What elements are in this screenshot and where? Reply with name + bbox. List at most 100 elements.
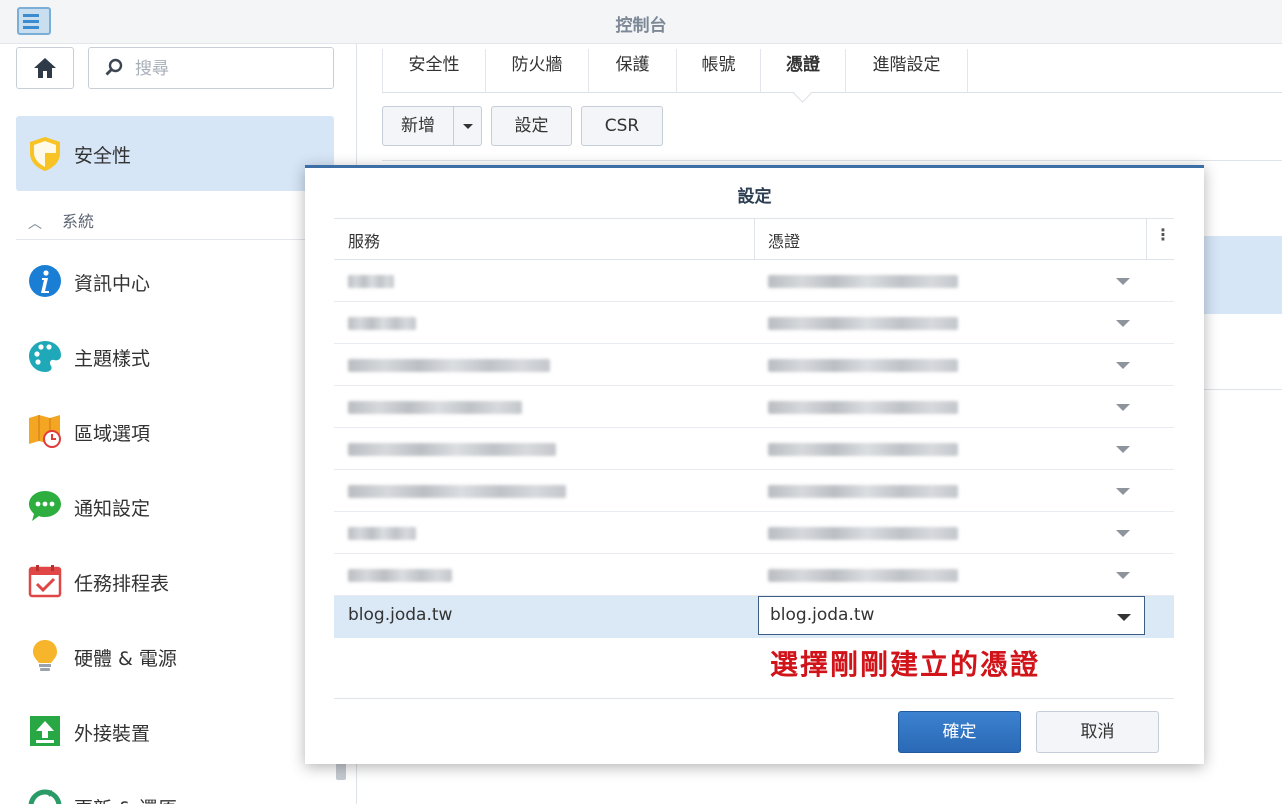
- table-row[interactable]: [334, 470, 1174, 512]
- grid-header: 服務 憑證 ⋮: [334, 218, 1174, 260]
- chevron-down-icon: [1117, 614, 1131, 621]
- chevron-down-icon[interactable]: [1116, 320, 1130, 327]
- sidebar-item-label: 外接裝置: [74, 723, 151, 745]
- table-row[interactable]: [334, 512, 1174, 554]
- settings-button[interactable]: 設定: [491, 106, 572, 146]
- chat-bubble-icon: [29, 491, 61, 521]
- title-bar: 控制台: [0, 0, 1282, 44]
- table-row-selected[interactable]: blog.joda.tw blog.joda.tw: [334, 596, 1174, 638]
- sidebar-item-label: 硬體 & 電源: [74, 648, 177, 670]
- sidebar-item-notifications[interactable]: 通知設定: [16, 469, 334, 544]
- redacted-certificate: [768, 485, 958, 498]
- tab-advanced[interactable]: 進階設定: [845, 49, 968, 92]
- csr-button[interactable]: CSR: [581, 106, 663, 146]
- search-field[interactable]: [88, 47, 334, 89]
- chevron-down-icon[interactable]: [1116, 488, 1130, 495]
- redacted-service: [348, 317, 416, 330]
- shield-icon: [30, 137, 60, 171]
- search-input[interactable]: [135, 57, 315, 81]
- home-button[interactable]: [16, 47, 74, 89]
- calendar-check-icon: [28, 565, 62, 598]
- sidebar-item-label: 區域選項: [74, 423, 151, 445]
- sidebar-item-label: 主題樣式: [74, 348, 151, 370]
- settings-dialog: 設定 服務 憑證 ⋮ blog.joda.tw blog.joda.tw 選擇剛…: [305, 165, 1204, 764]
- ok-button[interactable]: 確定: [898, 711, 1021, 753]
- column-divider: [754, 219, 755, 259]
- section-header-system[interactable]: ︿ 系統: [16, 204, 334, 240]
- service-name: blog.joda.tw: [348, 605, 453, 625]
- add-button[interactable]: 新增: [382, 106, 454, 146]
- certificate-select-value: blog.joda.tw: [770, 605, 875, 625]
- cancel-button[interactable]: 取消: [1036, 711, 1159, 753]
- redacted-service: [348, 485, 566, 498]
- dialog-title: 設定: [737, 187, 772, 207]
- tab-certificate[interactable]: 憑證: [760, 49, 845, 92]
- table-row[interactable]: [334, 260, 1174, 302]
- redacted-service: [348, 527, 416, 540]
- search-icon: [105, 58, 123, 76]
- sidebar-item-label: 資訊中心: [74, 273, 151, 295]
- table-row[interactable]: [334, 344, 1174, 386]
- tab-account[interactable]: 帳號: [676, 49, 760, 92]
- service-certificate-grid: 服務 憑證 ⋮ blog.joda.tw blog.joda.tw: [334, 218, 1174, 638]
- sidebar-item-theme[interactable]: 主題樣式: [16, 319, 334, 394]
- palette-icon: [29, 341, 61, 372]
- redacted-certificate: [768, 527, 958, 540]
- redacted-service: [348, 401, 522, 414]
- tab-protection[interactable]: 保護: [588, 49, 676, 92]
- lightbulb-icon: [33, 640, 57, 671]
- caret-down-icon: [462, 123, 473, 129]
- section-label: 系統: [62, 212, 95, 231]
- sidebar-item-regional-options[interactable]: 區域選項: [16, 394, 334, 469]
- tab-firewall[interactable]: 防火牆: [485, 49, 588, 92]
- divider: [334, 698, 1174, 699]
- divider: [382, 160, 1282, 161]
- certificate-list-selected-row[interactable]: [1204, 236, 1282, 314]
- sidebar-item-label: 通知設定: [74, 498, 151, 520]
- redacted-service: [348, 569, 452, 582]
- redacted-service: [348, 359, 550, 372]
- table-row[interactable]: [334, 428, 1174, 470]
- info-icon: [29, 265, 61, 297]
- redacted-certificate: [768, 401, 958, 414]
- table-row[interactable]: [334, 386, 1174, 428]
- sidebar: 安全性 ︿ 系統 資訊中心 主題樣式 區域選項 通知設定 任務排程表 硬體 & …: [0, 44, 357, 804]
- home-icon: [34, 58, 56, 78]
- annotation-text: 選擇剛剛建立的憑證: [770, 648, 1041, 681]
- column-header-certificate[interactable]: 憑證: [768, 228, 800, 252]
- chevron-up-icon: ︿: [28, 216, 42, 232]
- column-header-service[interactable]: 服務: [348, 228, 380, 252]
- sidebar-item-update-restore[interactable]: 更新 & 還原: [16, 769, 334, 804]
- chevron-down-icon[interactable]: [1116, 446, 1130, 453]
- upload-device-icon: [30, 716, 60, 746]
- table-row[interactable]: [334, 554, 1174, 596]
- chevron-down-icon[interactable]: [1116, 362, 1130, 369]
- chevron-down-icon[interactable]: [1116, 530, 1130, 537]
- sidebar-item-info-center[interactable]: 資訊中心: [16, 244, 334, 319]
- chevron-down-icon[interactable]: [1116, 404, 1130, 411]
- redacted-service: [348, 275, 394, 288]
- table-row[interactable]: [334, 302, 1174, 344]
- map-clock-icon: [29, 415, 61, 448]
- certificate-select[interactable]: blog.joda.tw: [758, 596, 1145, 635]
- sidebar-item-label: 更新 & 還原: [74, 794, 177, 804]
- sidebar-item-task-scheduler[interactable]: 任務排程表: [16, 544, 334, 619]
- redacted-certificate: [768, 359, 958, 372]
- column-menu-icon[interactable]: ⋮: [1154, 225, 1172, 244]
- add-dropdown-button[interactable]: [453, 106, 482, 146]
- sidebar-item-label: 安全性: [74, 145, 132, 167]
- tab-bar: 安全性 防火牆 保護 帳號 憑證 進階設定: [382, 49, 1282, 93]
- redacted-certificate: [768, 317, 958, 330]
- redacted-service: [348, 443, 556, 456]
- sidebar-item-hardware-power[interactable]: 硬體 & 電源: [16, 619, 334, 694]
- chevron-down-icon[interactable]: [1116, 572, 1130, 579]
- sidebar-item-security[interactable]: 安全性: [16, 116, 334, 191]
- sidebar-item-label: 任務排程表: [74, 573, 170, 595]
- sidebar-item-external-devices[interactable]: 外接裝置: [16, 694, 334, 769]
- redacted-certificate: [768, 569, 958, 582]
- refresh-icon: [28, 789, 62, 804]
- tab-security[interactable]: 安全性: [382, 49, 485, 92]
- column-divider: [1146, 219, 1147, 259]
- redacted-certificate: [768, 275, 958, 288]
- chevron-down-icon[interactable]: [1116, 278, 1130, 285]
